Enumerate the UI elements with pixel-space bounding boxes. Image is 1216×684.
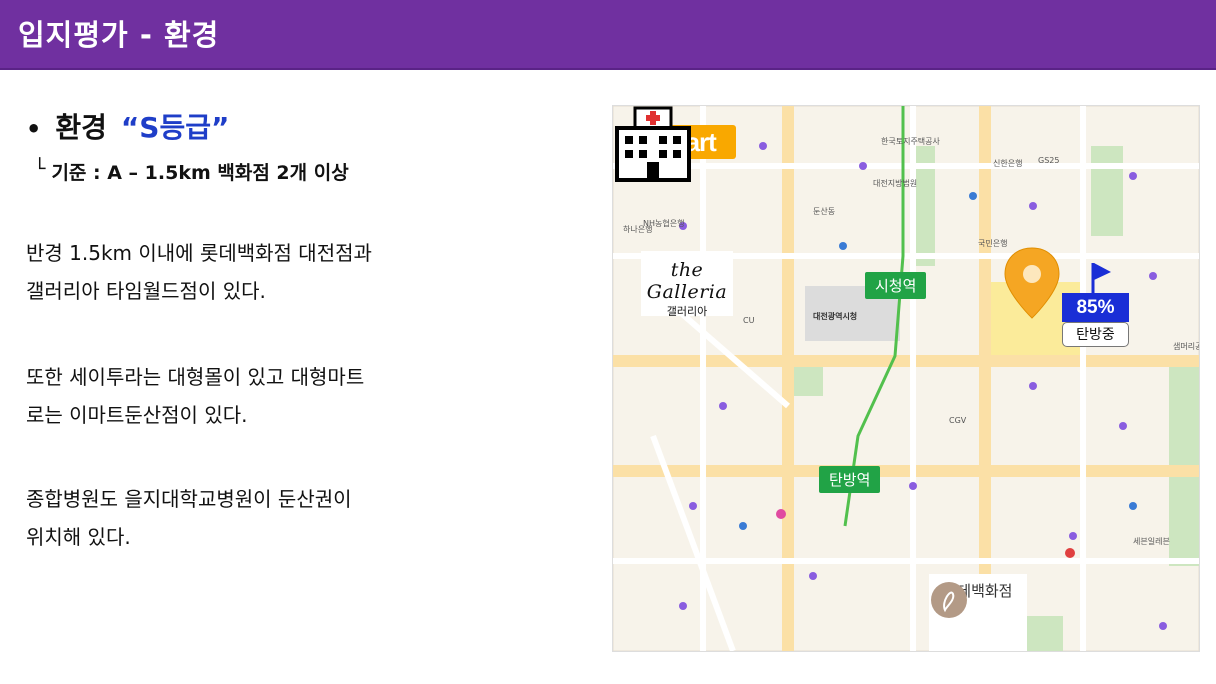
hospital-icon bbox=[615, 106, 691, 182]
paragraph-2: 또한 세이투라는 대형몰이 있고 대형마트 로는 이마트둔산점이 있다. bbox=[26, 358, 364, 434]
paragraph-line: 위치해 있다. bbox=[26, 525, 131, 549]
map-label: 대전지방법원 bbox=[873, 179, 918, 188]
map-label: NH농협은행 bbox=[643, 219, 685, 228]
station-label-tanbang: 탄방역 bbox=[819, 466, 881, 493]
bullet-label: 환경 bbox=[55, 111, 107, 144]
environment-bullet: • 환경 “S등급” bbox=[26, 106, 229, 146]
lotte-emblem-icon bbox=[931, 582, 967, 618]
location-map: 대전광역시청 둔산동 샘머리공원 신한은행 국민은행 하나은행 NH농협은행 C… bbox=[612, 105, 1200, 652]
paragraph-line: 종합병원도 을지대학교병원이 둔산권이 bbox=[26, 487, 352, 511]
map-label: 신한은행 bbox=[993, 159, 1023, 168]
galleria-wordmark: the Galleria bbox=[646, 259, 728, 303]
paragraph-3: 종합병원도 을지대학교병원이 둔산권이 위치해 있다. bbox=[26, 480, 352, 556]
status-badge: 탄방중 bbox=[1062, 322, 1129, 347]
map-label: CGV bbox=[949, 416, 967, 425]
map-label: GS25 bbox=[1038, 156, 1060, 165]
paragraph-line: 또한 세이투라는 대형몰이 있고 대형마트 bbox=[26, 365, 365, 389]
map-label: 국민은행 bbox=[978, 239, 1008, 248]
criteria-line: └ 기준 : A – 1.5km 백화점 2개 이상 bbox=[34, 158, 349, 185]
bullet-dot-icon: • bbox=[26, 115, 42, 143]
galleria-korean: 갤러리아 bbox=[666, 305, 708, 318]
map-label: 한국토지주택공사 bbox=[881, 137, 940, 146]
paragraph-line: 반경 1.5km 이내에 롯데백화점 대전점과 bbox=[26, 241, 372, 265]
criteria-text: 기준 : A – 1.5km 백화점 2개 이상 bbox=[51, 162, 349, 184]
page-title: 입지평가 - 환경 bbox=[18, 18, 220, 52]
map-label: 세븐일레븐 bbox=[1133, 537, 1170, 546]
percent-badge: 85% bbox=[1062, 293, 1129, 322]
lotte-logo: 롯데백화점 bbox=[929, 574, 1027, 651]
galleria-logo: the Galleria 갤러리아 bbox=[641, 251, 733, 318]
station-label-city-hall: 시청역 bbox=[865, 272, 927, 299]
map-label: CU bbox=[743, 316, 755, 325]
header-bar: 입지평가 - 환경 bbox=[0, 0, 1216, 70]
corner-arrow-icon: └ bbox=[34, 158, 46, 180]
paragraph-line: 갤러리아 타임월드점이 있다. bbox=[26, 279, 266, 303]
grade-label: “S등급” bbox=[120, 111, 230, 144]
map-label: 둔산동 bbox=[813, 207, 836, 216]
map-label: 샘머리공원 bbox=[1173, 342, 1199, 351]
map-label: 대전광역시청 bbox=[813, 312, 858, 321]
paragraph-1: 반경 1.5km 이내에 롯데백화점 대전점과 갤러리아 타임월드점이 있다. bbox=[26, 234, 372, 310]
paragraph-line: 로는 이마트둔산점이 있다. bbox=[26, 403, 248, 427]
